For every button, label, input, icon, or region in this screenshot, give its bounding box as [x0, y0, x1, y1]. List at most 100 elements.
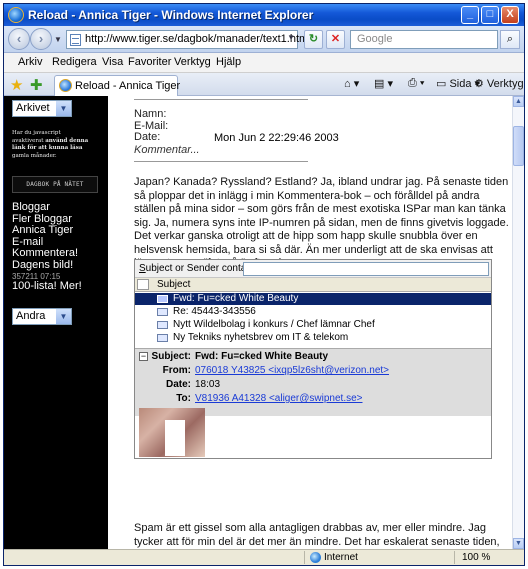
minimize-button[interactable]: _	[461, 6, 479, 24]
window-title: Reload - Annica Tiger - Windows Internet…	[28, 8, 314, 22]
chevron-down-icon: ▼	[56, 101, 71, 116]
dagbok-banner[interactable]: DAGBOK PÅ NÄTET	[12, 176, 98, 193]
chevron-down-icon: ▼	[56, 309, 71, 324]
column-icon	[137, 279, 149, 290]
label-text: To:	[176, 393, 191, 404]
divider	[304, 551, 305, 564]
page-content: Arkivet ▼ Har du javascript avaktiverat …	[4, 96, 512, 549]
other-select-value: Andra	[16, 310, 46, 322]
collapse-icon: −	[139, 351, 148, 361]
internet-explorer-icon	[8, 7, 24, 23]
archive-select-value: Arkivet	[16, 102, 50, 114]
label-text: Subject:	[151, 351, 191, 362]
column-subject: Subject	[157, 279, 191, 290]
close-button[interactable]: X	[501, 6, 519, 24]
back-button[interactable]: ‹	[8, 28, 30, 50]
tab-label: Reload - Annica Tiger	[75, 80, 181, 92]
archive-select[interactable]: Arkivet ▼	[12, 100, 72, 117]
address-bar[interactable]: http://www.tiger.se/dagbok/manader/text1…	[66, 30, 311, 49]
entry-meta: Namn: E-Mail: Date:	[134, 108, 168, 144]
tab-reload-annica-tiger[interactable]: Reload - Annica Tiger	[54, 75, 181, 96]
scroll-thumb[interactable]	[513, 126, 524, 166]
date-label: Date:	[134, 131, 161, 143]
search-placeholder: Google	[357, 33, 393, 45]
menu-redigera[interactable]: Redigera	[52, 56, 97, 68]
print-icon[interactable]: ⎙ ▾	[408, 77, 424, 90]
search-input[interactable]: Google	[350, 30, 498, 49]
refresh-button[interactable]: ↻	[304, 30, 323, 49]
sidebar-link-100-lista[interactable]: 100-lista! Mer!	[12, 280, 82, 293]
sidebar-link-bloggar[interactable]: Bloggar	[12, 201, 82, 214]
envelope-icon	[157, 334, 168, 342]
message-row: Re: 45443-343556	[135, 306, 491, 318]
label-text: From:	[162, 365, 191, 376]
address-toolbar: ‹ › ▼ http://www.tiger.se/dagbok/manader…	[4, 26, 524, 53]
sidebar-links: Bloggar Fler Bloggar Annica Tiger E-mail…	[12, 201, 82, 293]
message-subject: Ny Tekniks nyhetsbrev om IT & telekom	[173, 332, 349, 343]
message-row: Nytt Wildelbolag i konkurs / Chef lämnar…	[135, 319, 491, 331]
scroll-up-icon[interactable]: ▲	[513, 96, 524, 107]
label-text: Date:	[165, 379, 191, 390]
preview-to: V81936 A41328 <aliger@swipnet.se>	[195, 393, 363, 404]
menu-visa[interactable]: Visa	[102, 56, 123, 68]
censored-photo	[139, 408, 205, 457]
tools-menu-button[interactable]: ⚙ Verktyg ▾	[474, 77, 524, 90]
security-zone: Internet	[324, 552, 358, 563]
menu-verktyg[interactable]: Verktyg	[174, 56, 211, 68]
entry-paragraph: Spam är ett gissel som alla antagligen d…	[134, 522, 500, 548]
sidebar-link-dagens-bild[interactable]: Dagens bild!	[12, 259, 82, 272]
zoom-level[interactable]: 100 %	[462, 552, 490, 563]
address-url: http://www.tiger.se/dagbok/manader/text1…	[85, 33, 311, 45]
tab-favicon-icon	[59, 79, 72, 92]
status-bar: Internet 100 %	[4, 549, 524, 565]
favorites-star-icon[interactable]: ★	[10, 76, 23, 94]
menu-hjalp[interactable]: Hjälp	[216, 56, 241, 68]
name-label: Namn:	[134, 108, 167, 120]
envelope-icon	[157, 321, 168, 329]
preview-subject: Fwd: Fu=cked White Beauty	[195, 351, 329, 362]
scroll-down-icon[interactable]: ▼	[513, 538, 524, 549]
envelope-icon	[157, 295, 168, 303]
message-row: Fwd: Fu=cked White Beauty	[135, 293, 491, 305]
feeds-icon[interactable]: ▤ ▾	[374, 77, 393, 90]
filter-input	[243, 262, 489, 276]
message-subject: Fwd: Fu=cked White Beauty	[173, 293, 299, 304]
js-note-link[interactable]: använd denna	[45, 138, 88, 144]
envelope-icon	[157, 308, 168, 316]
maximize-button[interactable]: □	[481, 6, 499, 24]
js-note-line: Har du javascript	[12, 130, 61, 136]
other-select[interactable]: Andra ▼	[12, 308, 72, 325]
menu-favoriter[interactable]: Favoriter	[128, 56, 171, 68]
javascript-note: Har du javascript avaktiverat använd den…	[12, 130, 104, 160]
message-subject: Nytt Wildelbolag i konkurs / Chef lämnar…	[173, 319, 375, 330]
divider	[134, 99, 308, 100]
search-button[interactable]: ⌕	[500, 30, 520, 49]
comment-label: Kommentar...	[134, 144, 200, 156]
command-bar: ★ ✚ Reload - Annica Tiger ⌂ ▾ ▤ ▾ ⎙ ▾ ▭ …	[4, 73, 524, 96]
vertical-scrollbar[interactable]: ▲ ▼	[512, 96, 524, 549]
page-icon	[70, 34, 81, 46]
sidebar: Arkivet ▼ Har du javascript avaktiverat …	[4, 96, 108, 549]
menu-arkiv[interactable]: Arkiv	[18, 56, 42, 68]
preview-date: 18:03	[195, 379, 221, 390]
page-menu-label: Sida	[449, 78, 472, 90]
entry-paragraph: Japan? Kanada? Ryssland? Estland? Ja, ib…	[134, 176, 509, 269]
tools-menu-label: Verktyg	[486, 78, 524, 90]
js-note-link[interactable]: länk för att kunna läsa	[12, 145, 82, 151]
add-favorites-icon[interactable]: ✚	[30, 76, 43, 94]
divider	[454, 551, 455, 564]
filter-label-accel: S	[139, 263, 146, 274]
home-icon[interactable]: ⌂ ▾	[344, 77, 359, 90]
forward-button[interactable]: ›	[30, 28, 52, 50]
address-dropdown-icon[interactable]: ▼	[287, 33, 295, 42]
js-note-line: avaktiverat	[12, 137, 44, 144]
menu-bar: Arkiv Redigera Visa Favoriter Verktyg Hj…	[4, 53, 524, 73]
message-list-header: Subject	[135, 278, 491, 292]
date-value: Mon Jun 2 22:29:46 2003	[214, 132, 339, 144]
history-dropdown-icon[interactable]: ▼	[54, 35, 62, 44]
stop-button[interactable]: ✕	[326, 30, 345, 49]
js-note-line: gamla månader.	[12, 152, 57, 159]
filter-row: Subject or Sender contains:	[135, 260, 491, 278]
preview-header: − Subject: Fwd: Fu=cked White Beauty Fro…	[135, 348, 491, 416]
message-subject: Re: 45443-343556	[173, 306, 256, 317]
